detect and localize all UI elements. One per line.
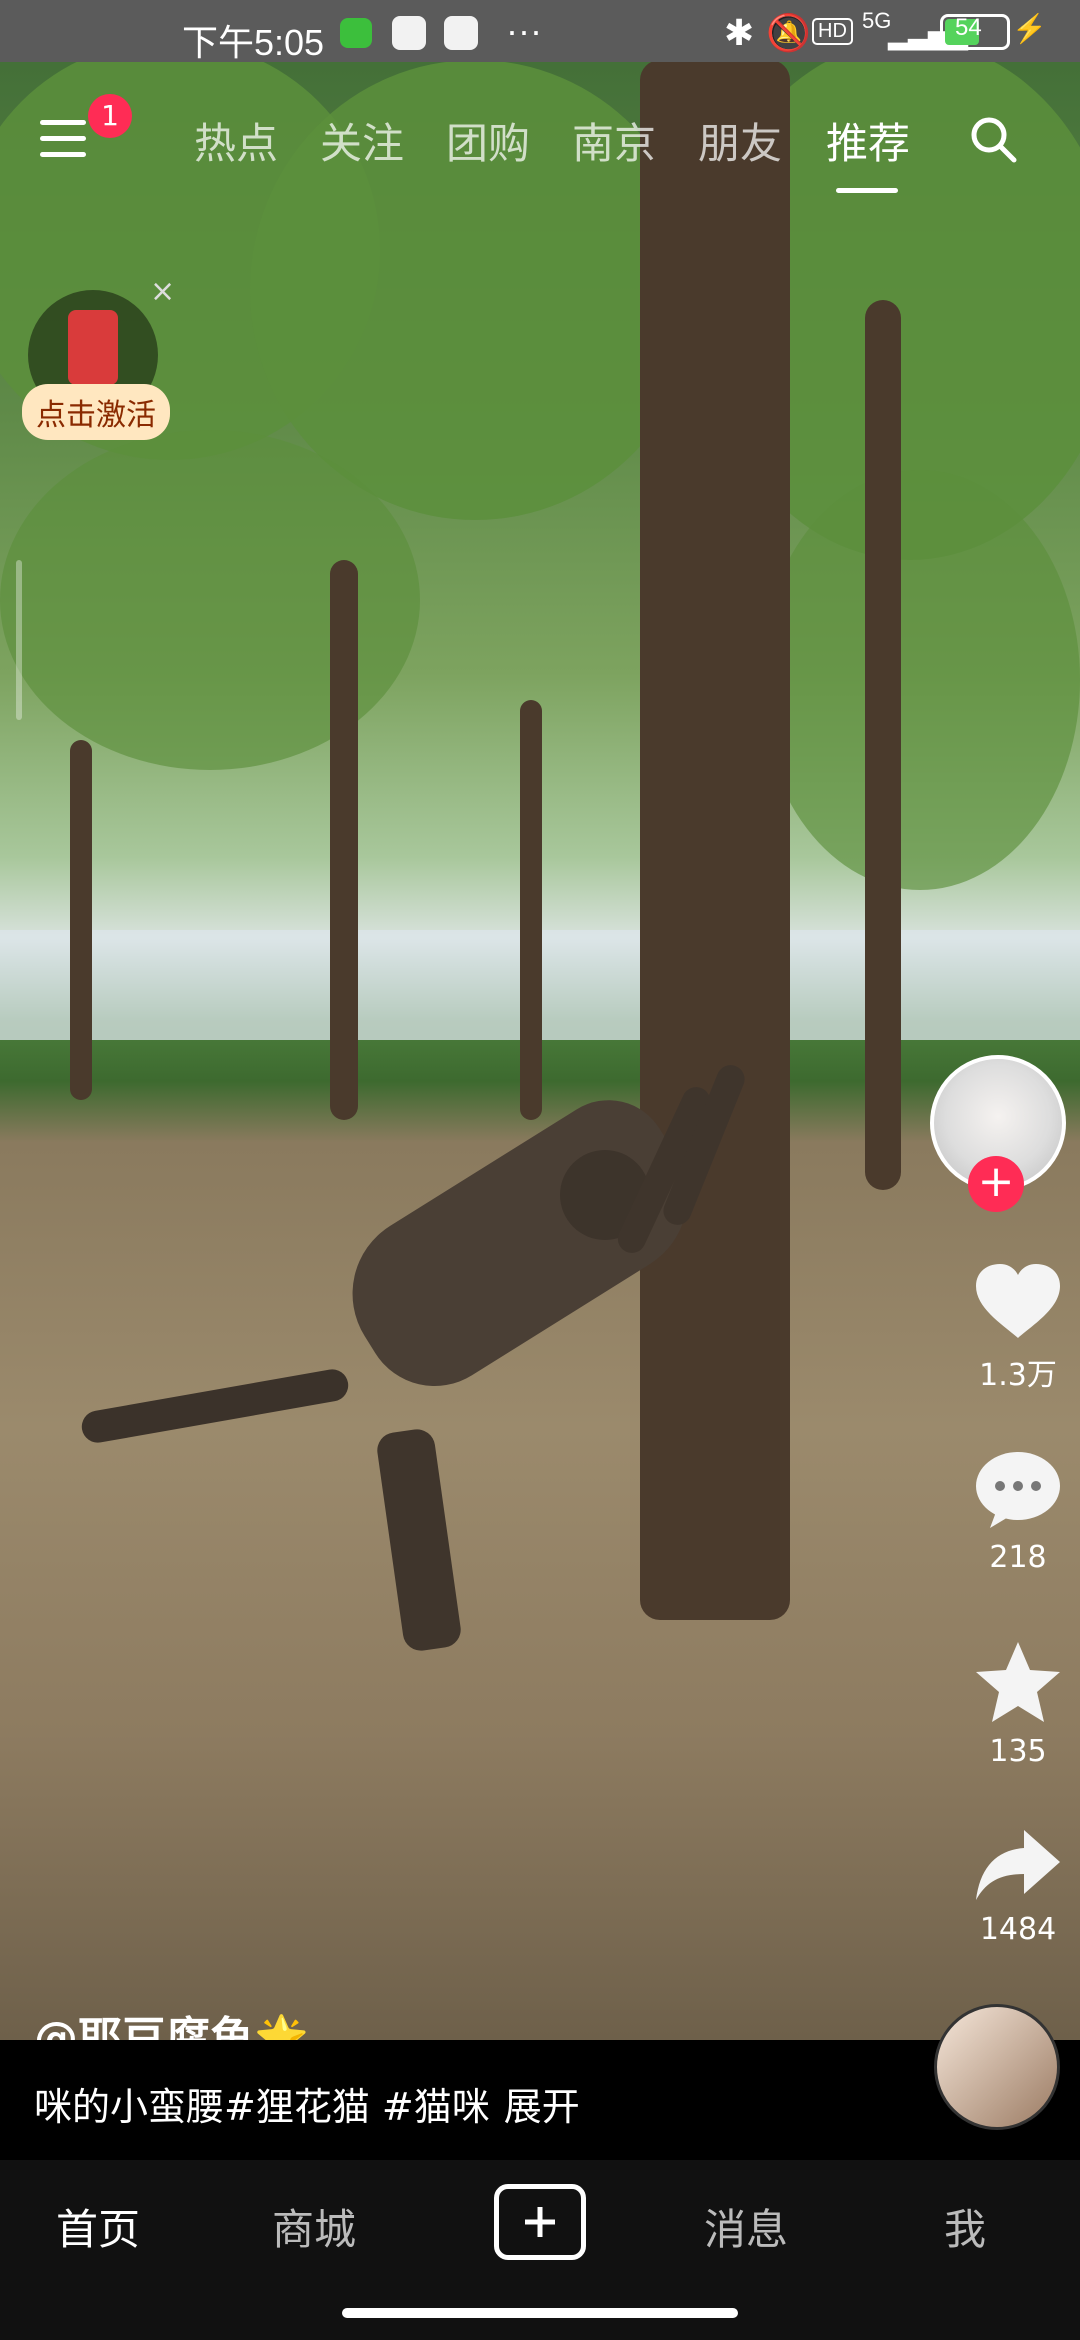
main-tree-trunk [640, 60, 790, 1620]
close-icon[interactable]: × [150, 274, 175, 309]
cat-tail [79, 1366, 351, 1446]
expand-button[interactable]: 展开 [504, 2085, 580, 2129]
like-action[interactable]: 1.3万 [970, 1260, 1066, 1394]
nav-home[interactable]: 首页 [56, 2196, 140, 2257]
cat-leg [374, 1427, 464, 1653]
star-icon [976, 1642, 1060, 1722]
plus-icon [525, 2207, 555, 2237]
status-bar: 下午5:05 ··· ✱ 🔕 HD 5G ▂▃▅▇ 54 ⚡ [0, 0, 1080, 63]
comment-icon [976, 1452, 1060, 1528]
app-notification-icon [444, 16, 478, 50]
tree-canopy [760, 470, 1080, 890]
hd-icon: HD [812, 18, 853, 45]
tree-trunk [520, 700, 542, 1120]
comment-action[interactable]: 218 [970, 1448, 1066, 1575]
status-time: 下午5:05 [182, 22, 325, 63]
heart-icon [976, 1264, 1060, 1338]
tab-recommended[interactable]: 推荐 [826, 110, 910, 171]
tab-hot[interactable]: 热点 [194, 110, 278, 171]
tab-group-buy[interactable]: 团购 [446, 110, 530, 171]
more-dots-icon: ··· [506, 10, 542, 51]
tree-trunk [330, 560, 358, 1120]
tab-city[interactable]: 南京 [572, 110, 656, 171]
share-icon [976, 1830, 1060, 1900]
top-nav-tabs: 热点 关注 团购 南京 朋友 推荐 [0, 110, 1080, 193]
drawer-handle[interactable] [16, 560, 22, 720]
share-count: 1484 [979, 1912, 1057, 1947]
share-action[interactable]: 1484 [970, 1824, 1066, 1947]
tab-friends[interactable]: 朋友 [698, 110, 782, 171]
nav-me[interactable]: 我 [944, 2196, 986, 2257]
app-notification-icon [392, 16, 426, 50]
caption-text: 咪的小蛮腰#狸花猫 #猫咪 [34, 2085, 490, 2129]
home-indicator [342, 2308, 738, 2318]
network-label: 5G [862, 8, 892, 33]
app-notification-icon [340, 18, 372, 48]
tree-trunk [70, 740, 92, 1100]
search-icon[interactable] [968, 114, 1018, 164]
tab-following[interactable]: 关注 [320, 110, 404, 171]
active-tab-indicator [836, 188, 898, 193]
nav-messages[interactable]: 消息 [704, 2196, 788, 2257]
music-disc-avatar[interactable] [934, 2004, 1060, 2130]
comment-count: 218 [989, 1540, 1047, 1575]
create-post-button[interactable] [494, 2184, 586, 2260]
favorite-action[interactable]: 135 [970, 1638, 1066, 1769]
charging-icon: ⚡ [1012, 13, 1047, 44]
favorite-count: 135 [989, 1734, 1047, 1769]
mute-icon: 🔕 [766, 12, 811, 53]
follow-button[interactable]: + [968, 1156, 1024, 1212]
post-caption: 咪的小蛮腰#狸花猫 #猫咪 展开 [34, 2076, 580, 2131]
red-packet-icon [68, 310, 118, 385]
battery-level: 54 [955, 14, 982, 41]
like-count: 1.3万 [979, 1358, 1057, 1393]
nav-mall[interactable]: 商城 [272, 2196, 356, 2257]
battery-icon: 54 [940, 14, 1010, 50]
bluetooth-icon: ✱ [724, 12, 755, 53]
tree-trunk [865, 300, 901, 1190]
promo-activate-label[interactable]: 点击激活 [22, 384, 170, 440]
